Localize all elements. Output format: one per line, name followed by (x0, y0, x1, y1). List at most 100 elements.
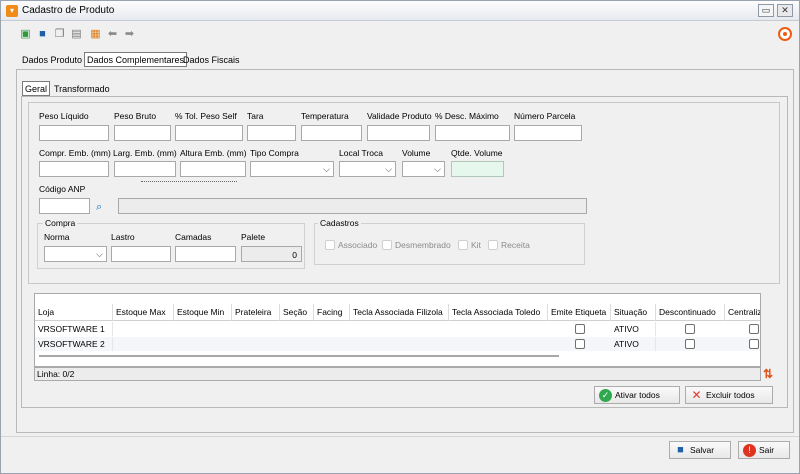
codigo-anp-label: Código ANP (39, 184, 86, 194)
excluir-todos-button[interactable]: ✕ Excluir todos (685, 386, 773, 404)
column-header-prateleira[interactable]: Prateleira (232, 304, 280, 321)
report-icon[interactable]: ▦ (89, 28, 102, 41)
descontinuado-checkbox[interactable] (685, 339, 695, 349)
restore-button[interactable]: ▭ (758, 4, 774, 17)
ativar-todos-button[interactable]: ✓ Ativar todos (594, 386, 680, 404)
table-row[interactable]: VRSOFTWARE 2 ATIVO (35, 337, 760, 351)
dotted-separator (141, 181, 237, 182)
column-header-situacao[interactable]: Situação (611, 304, 656, 321)
app-menu-icon[interactable]: ▾ (6, 5, 18, 17)
exit-button[interactable]: ! Sair (738, 441, 790, 459)
column-header-tecla-toledo[interactable]: Tecla Associada Toledo (449, 304, 548, 321)
descontinuado-checkbox[interactable] (685, 324, 695, 334)
local-troca-select[interactable]: ⌵ (339, 161, 396, 177)
peso-liquido-input[interactable] (39, 125, 109, 141)
column-header-estoque-min[interactable]: Estoque Min (174, 304, 232, 321)
save-icon[interactable]: ■ (36, 28, 49, 41)
codigo-anp-description (118, 198, 587, 214)
column-header-tecla-filizola[interactable]: Tecla Associada Filizola (350, 304, 449, 321)
horizontal-scrollbar[interactable] (39, 355, 559, 357)
document-icon[interactable]: ▤ (70, 28, 83, 41)
centralizado-checkbox[interactable] (749, 339, 759, 349)
close-button[interactable]: ✕ (777, 4, 793, 17)
tara-input[interactable] (247, 125, 296, 141)
footer-separator (1, 436, 799, 437)
peso-bruto-input[interactable] (114, 125, 171, 141)
qtde-volume-label: Qtde. Volume (451, 148, 503, 158)
tipo-compra-select[interactable]: ⌵ (250, 161, 334, 177)
volume-select[interactable]: ⌵ (402, 161, 445, 177)
numero-parcela-input[interactable] (514, 125, 582, 141)
camadas-label: Camadas (175, 232, 212, 242)
receita-checkbox[interactable] (488, 240, 498, 250)
copy-icon[interactable]: ❐ (53, 28, 66, 41)
associado-checkbox[interactable] (325, 240, 335, 250)
tab-geral[interactable]: Geral (22, 81, 51, 96)
table-header: Loja Estoque Max Estoque Min Prateleira … (35, 304, 760, 321)
chevron-down-icon: ⌵ (96, 249, 103, 259)
save-button[interactable]: ■ Salvar (669, 441, 731, 459)
forward-arrow-icon[interactable]: ➡ (123, 28, 136, 41)
compr-emb-label: Compr. Emb. (mm) (39, 148, 111, 158)
tab-dados-fiscais[interactable]: Dados Fiscais (181, 53, 242, 68)
exit-label: Sair (759, 445, 775, 455)
column-header-estoque-max[interactable]: Estoque Max (113, 304, 174, 321)
lojas-table: Loja Estoque Max Estoque Min Prateleira … (34, 293, 761, 367)
column-header-secao[interactable]: Seção (280, 304, 314, 321)
window-title: Cadastro de Produto (22, 5, 115, 16)
desmembrado-checkbox[interactable] (382, 240, 392, 250)
column-header-descontinuado[interactable]: Descontinuado (656, 304, 725, 321)
save-icon: ■ (677, 444, 684, 456)
norma-select[interactable]: ⌵ (44, 246, 107, 262)
help-icon[interactable] (778, 27, 792, 41)
cell-loja: VRSOFTWARE 1 (35, 322, 113, 336)
tol-peso-self-input[interactable] (175, 125, 243, 141)
cadastros-group-title: Cadastros (318, 218, 361, 228)
new-icon[interactable]: ▣ (19, 28, 32, 41)
table-row[interactable]: VRSOFTWARE 1 ATIVO (35, 322, 760, 336)
compr-emb-input[interactable] (39, 161, 109, 177)
excluir-todos-label: Excluir todos (706, 390, 755, 400)
emite-etiqueta-checkbox[interactable] (575, 339, 585, 349)
tab-dados-produto[interactable]: Dados Produto (20, 53, 84, 68)
search-icon[interactable]: ⌕ (96, 200, 110, 214)
chevron-down-icon: ⌵ (434, 164, 441, 174)
palete-value: 0 (292, 250, 297, 260)
check-icon: ✓ (599, 389, 612, 402)
volume-label: Volume (402, 148, 431, 158)
exit-icon: ! (743, 444, 756, 457)
sort-list-icon[interactable]: ⇅ (763, 367, 773, 381)
column-header-loja[interactable]: Loja (35, 304, 113, 321)
qtde-volume-input[interactable] (451, 161, 504, 177)
desc-maximo-input[interactable] (435, 125, 510, 141)
cell-situacao: ATIVO (611, 322, 656, 336)
codigo-anp-input[interactable] (39, 198, 90, 214)
window: ▾ Cadastro de Produto ▭ ✕ ▣ ■ ❐ ▤ ▦ ⬅ ➡ … (0, 0, 800, 474)
associado-label: Associado (338, 240, 378, 250)
tol-peso-self-label: % Tol. Peso Self (175, 111, 237, 121)
tab-dados-complementares[interactable]: Dados Complementares (84, 52, 188, 67)
kit-checkbox[interactable] (458, 240, 468, 250)
centralizado-checkbox[interactable] (749, 324, 759, 334)
tipo-compra-label: Tipo Compra (250, 148, 299, 158)
column-header-facing[interactable]: Facing (314, 304, 350, 321)
back-arrow-icon[interactable]: ⬅ (106, 28, 119, 41)
peso-bruto-label: Peso Bruto (114, 111, 157, 121)
camadas-input[interactable] (175, 246, 236, 262)
desc-maximo-label: % Desc. Máximo (435, 111, 499, 121)
tara-label: Tara (247, 111, 264, 121)
altura-emb-input[interactable] (180, 161, 246, 177)
cell-situacao: ATIVO (611, 337, 656, 351)
receita-label: Receita (501, 240, 530, 250)
lastro-input[interactable] (111, 246, 171, 262)
emite-etiqueta-checkbox[interactable] (575, 324, 585, 334)
ativar-todos-label: Ativar todos (615, 390, 660, 400)
tab-transformado[interactable]: Transformado (52, 82, 112, 97)
temperatura-input[interactable] (301, 125, 362, 141)
column-header-centralizado[interactable]: Centraliz (725, 304, 760, 321)
column-header-emite-etiqueta[interactable]: Emite Etiqueta (548, 304, 611, 321)
larg-emb-input[interactable] (114, 161, 176, 177)
compra-group-title: Compra (43, 218, 78, 228)
validade-produto-input[interactable] (367, 125, 430, 141)
cell-loja: VRSOFTWARE 2 (35, 337, 113, 351)
